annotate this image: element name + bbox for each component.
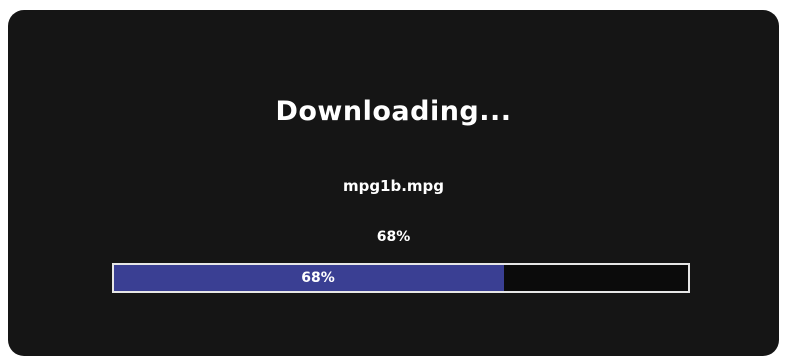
progress-bar: 68% (112, 263, 690, 293)
dialog-title: Downloading... (275, 96, 512, 127)
progress-bar-label: 68% (301, 270, 335, 286)
download-dialog: Downloading... mpg1b.mpg 68% 68% (8, 10, 779, 356)
percent-readout: 68% (376, 229, 411, 245)
file-name: mpg1b.mpg (342, 177, 445, 195)
